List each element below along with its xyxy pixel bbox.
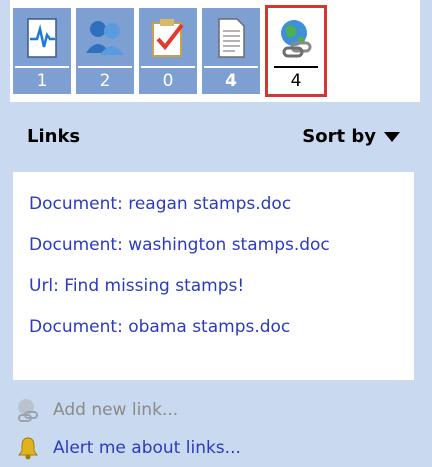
globe-link-icon (268, 8, 324, 68)
tab-documents[interactable]: 4 (202, 8, 260, 94)
tab-links[interactable]: 4 (265, 5, 327, 97)
checklist-icon (139, 8, 197, 68)
bell-icon (18, 437, 38, 460)
heartbeat-document-icon (13, 8, 71, 68)
tab-count: 4 (202, 68, 260, 94)
tab-people[interactable]: 2 (76, 8, 134, 94)
tab-count: 0 (139, 68, 197, 94)
document-icon (202, 8, 260, 68)
panel-title: Links (27, 126, 81, 147)
link-item[interactable]: Document: reagan stamps.doc (29, 194, 291, 214)
tab-status[interactable]: 1 (13, 8, 71, 94)
links-panel: 1 2 0 4 4 Links Sort by Document: reagan… (0, 0, 432, 467)
link-item[interactable]: Document: obama stamps.doc (29, 317, 290, 337)
link-item[interactable]: Document: washington stamps.doc (29, 235, 330, 255)
people-icon (76, 8, 134, 68)
panel-header: Links Sort by (0, 106, 432, 164)
tab-count: 2 (76, 68, 134, 94)
dropdown-arrow-icon (384, 132, 400, 142)
add-new-link-button[interactable]: Add new link... (15, 397, 178, 423)
alert-me-button[interactable]: Alert me about links... (15, 435, 241, 461)
link-item[interactable]: Url: Find missing stamps! (29, 276, 244, 296)
tab-count: 1 (13, 68, 71, 94)
links-list: Document: reagan stamps.doc Document: wa… (13, 172, 414, 380)
alert-me-label: Alert me about links... (53, 438, 241, 458)
tab-tasks[interactable]: 0 (139, 8, 197, 94)
sort-by-label: Sort by (302, 126, 376, 147)
tab-count: 4 (268, 68, 324, 94)
link-add-icon (18, 399, 38, 422)
add-new-link-label: Add new link... (53, 400, 179, 420)
sort-by-button[interactable]: Sort by (302, 126, 400, 147)
tab-strip: 1 2 0 4 4 (10, 0, 420, 102)
